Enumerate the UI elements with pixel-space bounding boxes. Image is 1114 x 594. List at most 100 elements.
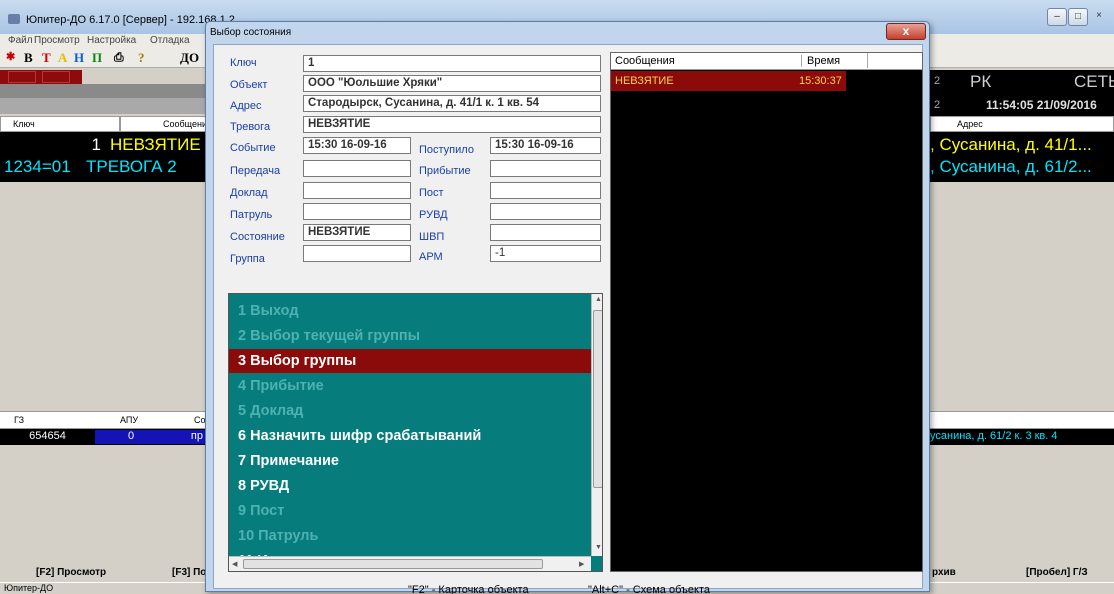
address-field[interactable]: Стародырск, Сусанина, д. 41/1 к. 1 кв. 5… — [303, 95, 601, 112]
main-window-title: Юпитер-ДО 6.17.0 [Сервер] - 192.168.1.2 — [26, 14, 235, 26]
arrival-label: Прибытие — [419, 165, 471, 177]
close-icon[interactable]: x — [886, 23, 926, 40]
menu-file[interactable]: Файл — [8, 35, 33, 46]
toolbar-do-button[interactable]: ДО — [180, 50, 199, 66]
transfer-field[interactable] — [303, 160, 411, 177]
menu-item[interactable]: 5 Доклад — [229, 399, 591, 423]
message-text: НЕВЗЯТИЕ — [615, 75, 674, 87]
dialog-title: Выбор состояния — [210, 27, 292, 38]
scroll-right-icon[interactable]: ▶ — [579, 560, 584, 568]
menu-debug[interactable]: Отладка — [150, 35, 190, 46]
col-key-header[interactable]: Ключ — [0, 116, 120, 132]
key-field[interactable]: 1 — [303, 55, 601, 72]
scroll-thumb[interactable] — [593, 310, 602, 488]
menu-item[interactable]: 7 Примечание — [229, 449, 591, 473]
col-gz-header[interactable]: ГЗ — [14, 415, 24, 425]
alarm-list-address-column[interactable]: , Сусанина, д. 41/1... , Сусанина, д. 61… — [930, 132, 1114, 182]
col-messages-title[interactable]: Сообщения — [615, 55, 675, 67]
maximize-icon[interactable]: □ — [1068, 8, 1088, 26]
toolbar-h-button[interactable]: H — [74, 50, 84, 66]
event-label: Событие — [230, 142, 276, 154]
menu-view[interactable]: Просмотр — [34, 35, 80, 46]
col-time-title[interactable]: Время — [801, 55, 840, 67]
report-label: Доклад — [230, 187, 268, 199]
list-item[interactable]: 1 НЕВЗЯТИЕ — [0, 134, 205, 156]
col-messages-header[interactable]: Сообщени — [120, 116, 207, 132]
group-field[interactable] — [303, 245, 411, 262]
minimize-icon[interactable]: – — [1047, 8, 1067, 26]
toolbar-t-button[interactable]: T — [42, 50, 51, 66]
key-label: Ключ — [230, 57, 257, 69]
list-item[interactable]: 1234=01 ТРЕВОГА 2 — [0, 156, 205, 178]
post-label: Пост — [419, 187, 444, 199]
ruvd-label: РУВД — [419, 209, 448, 221]
state-label: Состояние — [230, 231, 285, 243]
net-label: СЕТЬ — [1074, 72, 1114, 91]
menu-item[interactable]: 9 Пост — [229, 499, 591, 523]
menu-item[interactable]: 2 Выбор текущей группы — [229, 324, 591, 348]
vertical-scrollbar[interactable]: ▲ ▼ — [591, 294, 602, 556]
report-field[interactable] — [303, 182, 411, 199]
close-icon[interactable]: × — [1089, 8, 1109, 26]
post-field[interactable] — [490, 182, 601, 199]
ruvd-field[interactable] — [490, 203, 601, 220]
network-status-panel: 2 РК СЕТЬ — [930, 70, 1114, 96]
menu-item[interactable]: 8 РУВД — [229, 474, 591, 498]
menu-settings[interactable]: Настройка — [87, 35, 136, 46]
messages-panel[interactable]: Сообщения Время НЕВЗЯТИЕ 15:30:37 — [610, 52, 923, 572]
message-row[interactable]: НЕВЗЯТИЕ 15:30:37 — [611, 71, 846, 91]
hint-object-scheme: "Alt+C" - Схема объекта — [588, 584, 710, 594]
help-button[interactable]: ? — [138, 50, 145, 66]
shvp-field[interactable] — [490, 224, 601, 241]
archive-button[interactable]: рхив — [932, 567, 956, 578]
toolbar-a-button[interactable]: A — [58, 50, 67, 66]
pr-cell: пр — [167, 430, 205, 444]
alarm-toggle-icon[interactable]: ✱ — [6, 50, 15, 63]
apu-cell: 0 — [95, 430, 167, 444]
col-co-header[interactable]: Со — [194, 415, 206, 425]
list-item-address: , Сусанина, д. 61/2... — [930, 157, 1092, 176]
status-num-2: 2 — [934, 99, 941, 111]
scroll-left-icon[interactable]: ◀ — [232, 560, 237, 568]
space-gz-button[interactable]: [Пробел] Г/З — [1026, 567, 1088, 578]
address-label: Адрес — [230, 100, 262, 112]
print-icon[interactable]: ⎙ — [114, 50, 124, 65]
scroll-up-icon[interactable]: ▲ — [595, 296, 602, 303]
toolbar-b-button[interactable]: B — [24, 50, 33, 66]
menu-item[interactable]: 6 Назначить шифр срабатываний — [229, 424, 591, 448]
scroll-down-icon[interactable]: ▼ — [595, 544, 602, 551]
arm-field[interactable]: -1 — [490, 245, 601, 262]
menu-item[interactable]: 4 Прибытие — [229, 374, 591, 398]
toolbar-p-button[interactable]: П — [92, 50, 102, 66]
patrol-field[interactable] — [303, 203, 411, 220]
group-table-address[interactable]: усанина, д. 61/2 к. 3 кв. 4 — [930, 429, 1114, 445]
h-scroll-thumb[interactable] — [243, 559, 543, 569]
state-select-dialog: Выбор состояния x Ключ 1 Объект ООО "Юол… — [205, 21, 930, 594]
object-label: Объект — [230, 79, 268, 91]
menu-item[interactable]: 10 Патруль — [229, 524, 591, 548]
shvp-label: ШВП — [419, 231, 445, 243]
menu-item[interactable]: 1 Выход — [229, 299, 591, 323]
state-field[interactable]: НЕВЗЯТИЕ — [303, 224, 411, 241]
f2-view-button[interactable]: [F2] Просмотр — [36, 567, 106, 578]
indicator-2 — [42, 71, 70, 83]
arrival-field[interactable] — [490, 160, 601, 177]
group-label: Группа — [230, 253, 265, 265]
alarm-list[interactable]: 1 НЕВЗЯТИЕ 1234=01 ТРЕВОГА 2 — [0, 132, 205, 182]
f3-button[interactable]: [F3] По — [172, 567, 206, 578]
alarm-field[interactable]: НЕВЗЯТИЕ — [303, 116, 601, 133]
status-num-1: 2 — [934, 75, 941, 87]
dialog-title-bar[interactable]: Выбор состояния x — [206, 22, 929, 42]
col-apu-header[interactable]: АПУ — [120, 415, 138, 425]
state-action-list[interactable]: 1 Выход 2 Выбор текущей группы 3 Выбор гру… — [228, 293, 603, 572]
group-table-row[interactable]: 654654 0 пр — [0, 429, 205, 445]
menu-item[interactable]: 3 Выбор группы — [229, 349, 591, 373]
horizontal-scrollbar[interactable]: ◀ ▶ — [229, 556, 591, 571]
list-item-address: , Сусанина, д. 41/1... — [930, 135, 1092, 154]
dialog-body: Ключ 1 Объект ООО "Юольшие Хряки" Адрес … — [213, 44, 923, 594]
col-address-header[interactable]: Адрес — [930, 116, 1114, 132]
event-field[interactable]: 15:30 16-09-16 — [303, 137, 411, 154]
object-field[interactable]: ООО "Юольшие Хряки" — [303, 75, 601, 92]
received-field[interactable]: 15:30 16-09-16 — [490, 137, 601, 154]
clock: 11:54:05 21/09/2016 — [986, 98, 1097, 112]
